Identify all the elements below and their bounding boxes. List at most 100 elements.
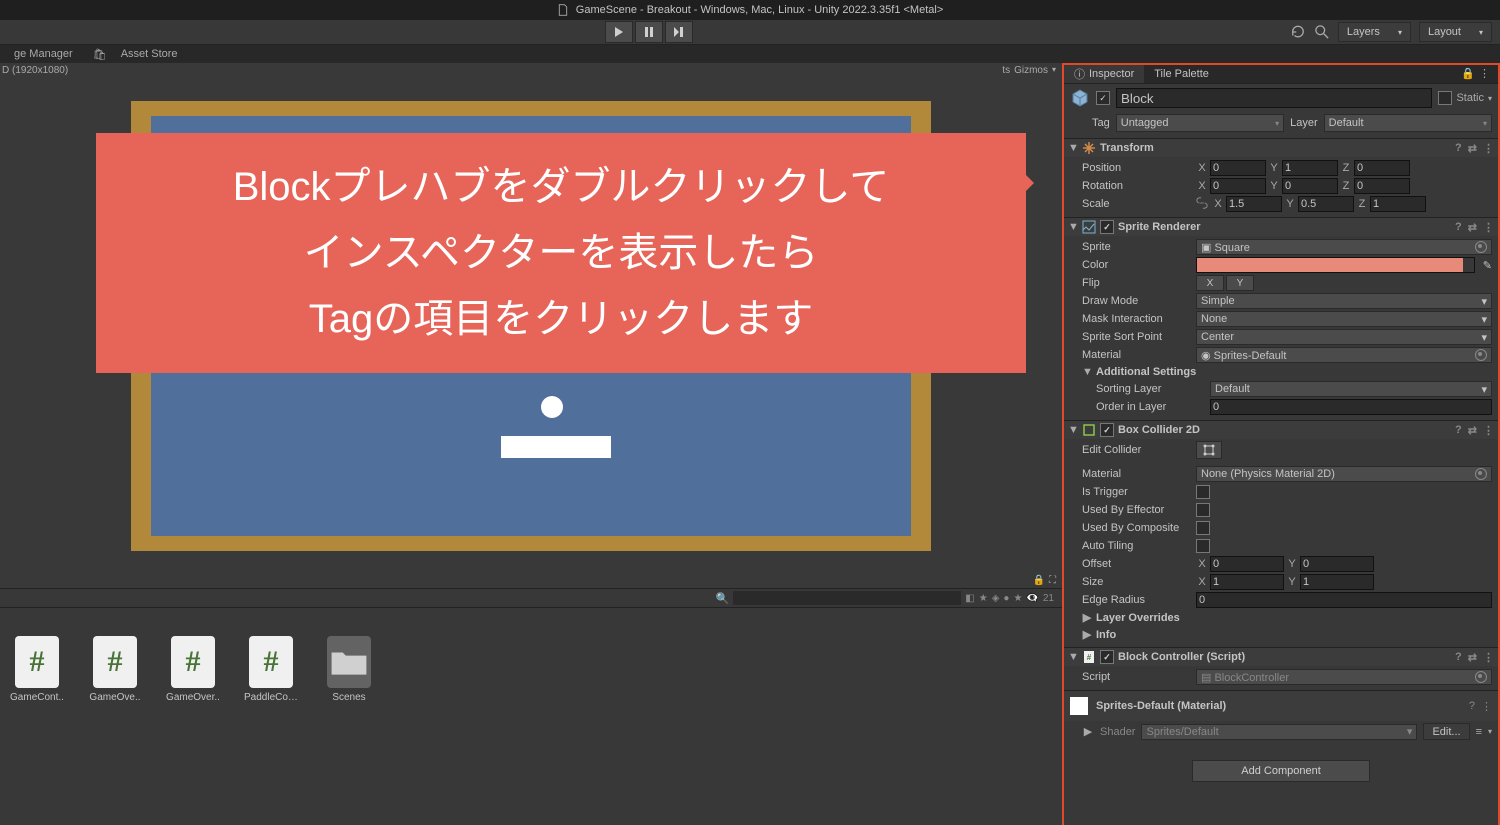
asset-item[interactable]: Scenes — [322, 636, 376, 816]
filter-favorites-icon[interactable]: ★ — [979, 593, 988, 604]
gizmos-toggle[interactable]: Gizmos — [1014, 65, 1048, 76]
gameobject-name-field[interactable] — [1116, 88, 1432, 108]
script-enabled-checkbox[interactable] — [1100, 650, 1114, 664]
used-by-composite-checkbox[interactable] — [1196, 521, 1210, 535]
component-menu-icon[interactable]: ⋮ — [1483, 424, 1494, 437]
position-z-field[interactable] — [1354, 160, 1410, 176]
component-menu-icon[interactable]: ⋮ — [1483, 221, 1494, 234]
box-collider-enabled-checkbox[interactable] — [1100, 423, 1114, 437]
gameobject-active-checkbox[interactable] — [1096, 91, 1110, 105]
rotation-y-field[interactable] — [1282, 178, 1338, 194]
scale-y-field[interactable] — [1298, 196, 1354, 212]
is-trigger-checkbox[interactable] — [1196, 485, 1210, 499]
preset-icon[interactable]: ⇄ — [1468, 651, 1477, 664]
filter-by-type-icon[interactable]: ◧ — [965, 593, 974, 604]
inspector-menu-icon[interactable]: ⋮ — [1479, 67, 1490, 81]
edge-radius-field[interactable] — [1196, 592, 1492, 608]
constrain-scale-icon[interactable] — [1196, 197, 1208, 212]
add-component-button[interactable]: Add Component — [1192, 760, 1370, 782]
physics-material-field[interactable]: None (Physics Material 2D) — [1196, 466, 1492, 482]
component-menu-icon[interactable]: ⋮ — [1483, 142, 1494, 155]
component-menu-icon[interactable]: ⋮ — [1481, 700, 1492, 713]
hidden-icon[interactable]: ★ — [1013, 593, 1022, 604]
static-toggle[interactable]: Static ▾ — [1438, 91, 1492, 105]
position-x-field[interactable] — [1210, 160, 1266, 176]
maximize-view-icon[interactable]: ⛶ — [1049, 575, 1056, 586]
foldout-icon[interactable]: ▶ — [1082, 725, 1094, 738]
object-picker-icon[interactable] — [1475, 468, 1487, 480]
tag-dropdown[interactable]: Untagged▾ — [1116, 114, 1284, 132]
scale-x-field[interactable] — [1226, 196, 1282, 212]
rotation-x-field[interactable] — [1210, 178, 1266, 194]
asset-item[interactable]: # GameOve.. — [88, 636, 142, 816]
order-in-layer-field[interactable] — [1210, 399, 1492, 415]
project-search-input[interactable] — [733, 591, 961, 605]
foldout-icon[interactable]: ▶ — [1082, 628, 1092, 641]
help-icon[interactable]: ? — [1469, 700, 1475, 713]
preset-icon[interactable]: ⇄ — [1468, 142, 1477, 155]
sprite-renderer-enabled-checkbox[interactable] — [1100, 220, 1114, 234]
view-resolution[interactable]: D (1920x1080) — [2, 65, 68, 76]
shader-dropdown[interactable]: Sprites/Default▾ — [1141, 724, 1417, 740]
foldout-icon[interactable]: ▼ — [1068, 651, 1078, 663]
object-picker-icon[interactable] — [1475, 241, 1487, 253]
static-checkbox[interactable] — [1438, 91, 1452, 105]
pause-button[interactable] — [635, 21, 663, 43]
sprite-renderer-header[interactable]: ▼ Sprite Renderer ?⇄⋮ — [1064, 218, 1498, 236]
component-menu-icon[interactable]: ⋮ — [1483, 651, 1494, 664]
lock-view-icon[interactable]: 🔒 — [1033, 575, 1045, 586]
transform-header[interactable]: ▼ Transform ?⇄⋮ — [1064, 139, 1498, 157]
scene-view[interactable]: D (1920x1080) ts Gizmos▾ Blockプレハブをダブルクリ… — [0, 63, 1062, 588]
tab-tile-palette[interactable]: Tile Palette — [1144, 65, 1219, 83]
help-icon[interactable]: ? — [1455, 651, 1462, 664]
tab-inspector[interactable]: ⓘInspector — [1064, 65, 1144, 83]
scene-options[interactable]: ts — [1002, 65, 1010, 76]
step-button[interactable] — [665, 21, 693, 43]
box-collider-header[interactable]: ▼ Box Collider 2D ?⇄⋮ — [1064, 421, 1498, 439]
edit-collider-button[interactable] — [1196, 441, 1222, 459]
render-queue-icon[interactable]: ≡ — [1476, 726, 1482, 738]
asset-item[interactable]: # GameCont.. — [10, 636, 64, 816]
auto-tiling-checkbox[interactable] — [1196, 539, 1210, 553]
layout-dropdown[interactable]: Layout▾ — [1419, 22, 1492, 42]
foldout-icon[interactable]: ▼ — [1068, 221, 1078, 233]
offset-y-field[interactable] — [1300, 556, 1374, 572]
object-picker-icon[interactable] — [1475, 349, 1487, 361]
sorting-layer-dropdown[interactable]: Default▾ — [1210, 381, 1492, 397]
eyedropper-icon[interactable]: ✎ — [1483, 259, 1492, 272]
position-y-field[interactable] — [1282, 160, 1338, 176]
layers-dropdown[interactable]: Layers▾ — [1338, 22, 1411, 42]
foldout-icon[interactable]: ▼ — [1082, 366, 1092, 378]
size-x-field[interactable] — [1210, 574, 1284, 590]
foldout-icon[interactable]: ▶ — [1082, 611, 1092, 624]
tab-asset-store[interactable]: Asset Store — [115, 46, 184, 62]
rotation-z-field[interactable] — [1354, 178, 1410, 194]
edit-material-button[interactable]: Edit... — [1423, 723, 1469, 740]
save-filter-icon[interactable]: ● — [1003, 593, 1009, 604]
tab-package-manager[interactable]: ge Manager — [8, 46, 79, 62]
script-header[interactable]: ▼ # Block Controller (Script) ?⇄⋮ — [1064, 648, 1498, 666]
material-header[interactable]: Sprites-Default (Material) ?⋮ — [1064, 690, 1498, 721]
flip-y-toggle[interactable]: Y — [1226, 275, 1254, 291]
sprite-field[interactable]: ▣ Square — [1196, 239, 1492, 255]
offset-x-field[interactable] — [1210, 556, 1284, 572]
preset-icon[interactable]: ⇄ — [1468, 424, 1477, 437]
undo-history-icon[interactable] — [1290, 24, 1306, 40]
asset-item[interactable]: # PaddleCon.. — [244, 636, 298, 816]
object-picker-icon[interactable] — [1475, 671, 1487, 683]
color-field[interactable] — [1196, 257, 1475, 273]
used-by-effector-checkbox[interactable] — [1196, 503, 1210, 517]
draw-mode-dropdown[interactable]: Simple▾ — [1196, 293, 1492, 309]
foldout-icon[interactable]: ▼ — [1068, 424, 1078, 436]
material-field[interactable]: ◉ Sprites-Default — [1196, 347, 1492, 363]
asset-item[interactable]: # GameOver.. — [166, 636, 220, 816]
search-icon[interactable] — [1314, 24, 1330, 40]
lock-icon[interactable]: 🔒 — [1461, 67, 1475, 81]
scale-z-field[interactable] — [1370, 196, 1426, 212]
size-y-field[interactable] — [1300, 574, 1374, 590]
filter-label-icon[interactable]: ◈ — [992, 593, 1000, 604]
help-icon[interactable]: ? — [1455, 142, 1462, 155]
play-button[interactable] — [605, 21, 633, 43]
help-icon[interactable]: ? — [1455, 424, 1462, 437]
flip-x-toggle[interactable]: X — [1196, 275, 1224, 291]
